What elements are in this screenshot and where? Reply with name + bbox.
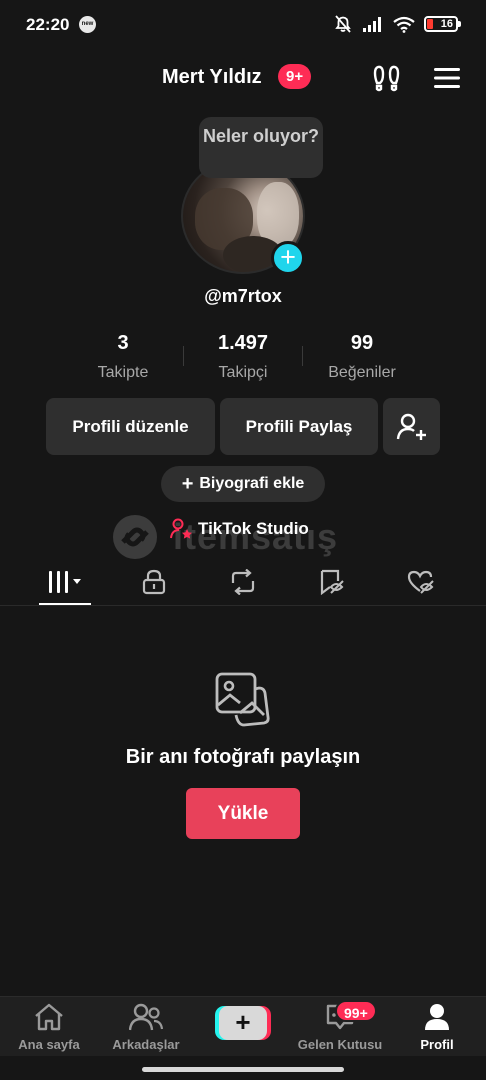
photo-stack-icon [215,672,270,727]
profile-header: Mert Yıldız 9+ [0,60,486,96]
stat-likes-value: 99 [350,332,374,354]
add-bio-label: Biyografi ekle [199,475,305,492]
add-bio-button[interactable]: + Biyografi ekle [161,466,325,502]
create-button[interactable]: + [215,1006,271,1040]
empty-state-title: Bir anı fotoğrafı paylaşın [125,746,361,768]
upload-button[interactable]: Yükle [186,788,300,839]
stat-following-value: 3 [117,332,129,354]
profile-views-button[interactable] [370,62,404,94]
nav-friends-label: Arkadaşlar [112,1037,180,1052]
tiktok-studio-link[interactable]: TikTok Studio [170,518,309,540]
add-story-plus-icon[interactable]: + [271,241,305,275]
nav-home[interactable]: Ana sayfa [1,1003,97,1055]
status-bar: 22:20 new 16 [0,0,486,50]
creator-star-icon [170,518,192,539]
wifi-icon [393,16,415,33]
profile-handle: @m7rtox [204,286,282,306]
stat-following-label: Takipte [97,364,149,381]
plus-icon: + [181,473,194,495]
status-time: 22:20 [26,15,70,34]
mute-bell-icon [335,15,351,33]
content-tabs [0,560,486,606]
inbox-badge: 99+ [335,1000,377,1022]
tiktok-studio-label: TikTok Studio [198,519,309,538]
menu-button[interactable] [432,64,462,92]
stat-followers[interactable]: 1.497 Takipçi [183,332,303,382]
battery-level: 16 [440,18,453,30]
notification-dot-icon: new [79,16,96,33]
chain-link-icon [113,515,157,559]
tab-videos[interactable] [37,566,93,598]
nav-friends[interactable]: Arkadaşlar [98,1003,194,1055]
repost-icon [231,569,255,595]
home-indicator[interactable] [142,1067,344,1072]
grid-icon [49,571,81,593]
lock-icon [142,569,166,595]
tab-favorites[interactable] [304,566,360,598]
add-friends-button[interactable] [383,398,440,455]
profile-icon [425,1004,449,1030]
stat-following[interactable]: 3 Takipte [63,332,183,382]
profile-stats: 3 Takipte 1.497 Takipçi 99 Beğeniler [0,332,486,386]
tab-reposts[interactable] [215,566,271,598]
signal-icon [363,17,381,32]
active-tab-indicator [39,603,91,605]
tab-liked[interactable] [393,566,449,598]
tab-private[interactable] [126,566,182,598]
share-profile-button[interactable]: Profili Paylaş [220,398,378,455]
stat-likes-label: Beğeniler [328,364,396,381]
nav-inbox-label: Gelen Kutusu [297,1037,383,1052]
friends-icon [129,1003,163,1031]
hamburger-menu-icon [434,68,460,88]
header-username[interactable]: Mert Yıldız [162,66,262,89]
liked-hidden-icon [407,570,434,594]
bookmark-hidden-icon [320,569,344,595]
stat-likes[interactable]: 99 Beğeniler [302,332,422,382]
status-tooltip[interactable]: Neler oluyor? [199,117,323,178]
add-user-icon [396,413,426,440]
status-icons: 16 [333,14,461,34]
footprints-icon [373,65,400,92]
edit-profile-button[interactable]: Profili düzenle [46,398,215,455]
nav-home-label: Ana sayfa [18,1037,80,1052]
home-icon [35,1003,63,1031]
bottom-navigation: Ana sayfa Arkadaşlar + Gelen Kutusu Prof… [0,996,486,1056]
nav-profile[interactable]: Profil [389,1003,485,1055]
account-notification-badge[interactable]: 9+ [278,64,312,89]
stat-followers-label: Takipçi [218,364,268,381]
stat-followers-value: 1.497 [217,332,269,354]
battery-icon: 16 [424,16,461,32]
nav-profile-label: Profil [420,1037,454,1052]
create-plus-icon: + [219,1006,267,1040]
